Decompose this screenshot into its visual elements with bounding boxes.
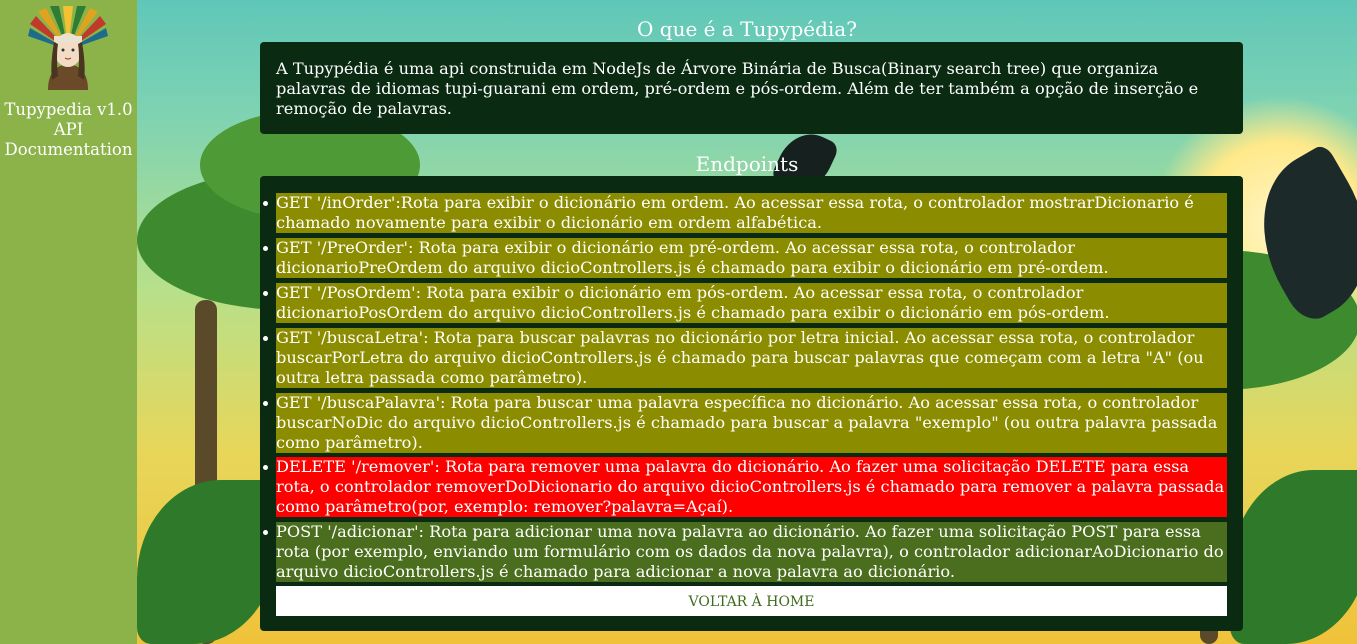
bullet-icon [263,401,268,406]
endpoint-get-buscaletra: GET '/buscaLetra': Rota para buscar pala… [263,328,1227,388]
endpoints-panel: GET '/inOrder':Rota para exibir o dicion… [260,176,1243,631]
endpoint-text: GET '/PreOrder': Rota para exibir o dici… [276,238,1109,277]
endpoint-get-preorder: GET '/PreOrder': Rota para exibir o dici… [263,238,1227,278]
app-title-line: API [53,120,84,139]
app-title-line: Tupypedia v1.0 [4,100,133,119]
endpoints-heading: Endpoints [695,152,799,176]
endpoint-text: GET '/inOrder':Rota para exibir o dicion… [276,193,1194,232]
intro-heading: O que é a Tupypédia? [637,17,857,41]
intro-panel: A Tupypédia é uma api construida em Node… [260,42,1243,134]
endpoint-get-buscapalavra: GET '/buscaPalavra': Rota para buscar um… [263,393,1227,453]
bullet-icon [263,530,268,535]
bullet-icon [263,246,268,251]
endpoint-get-posordem: GET '/PosOrdem': Rota para exibir o dici… [263,283,1227,323]
bullet-icon [263,201,268,206]
logo-icon [28,6,108,90]
endpoint-get-inorder: GET '/inOrder':Rota para exibir o dicion… [263,193,1227,233]
endpoint-text: GET '/buscaPalavra': Rota para buscar um… [276,393,1218,452]
back-home-button[interactable]: VOLTAR À HOME [276,586,1227,616]
endpoint-text: DELETE '/remover': Rota para remover uma… [276,457,1225,516]
endpoint-text: GET '/buscaLetra': Rota para buscar pala… [276,328,1204,387]
intro-text: A Tupypédia é uma api construida em Node… [276,59,1199,118]
endpoint-text: GET '/PosOrdem': Rota para exibir o dici… [276,283,1110,322]
endpoint-text: POST '/adicionar': Rota para adicionar u… [276,522,1224,581]
endpoint-delete-remover: DELETE '/remover': Rota para remover uma… [263,457,1227,517]
endpoint-post-adicionar: POST '/adicionar': Rota para adicionar u… [263,522,1227,582]
main-content: O que é a Tupypédia? A Tupypédia é uma a… [137,0,1357,644]
sidebar: Tupypedia v1.0 API Documentation [0,0,137,644]
bullet-icon [263,336,268,341]
app-title: Tupypedia v1.0 API Documentation [0,100,137,160]
bullet-icon [263,291,268,296]
app-title-line: Documentation [4,140,133,159]
bullet-icon [263,465,268,470]
